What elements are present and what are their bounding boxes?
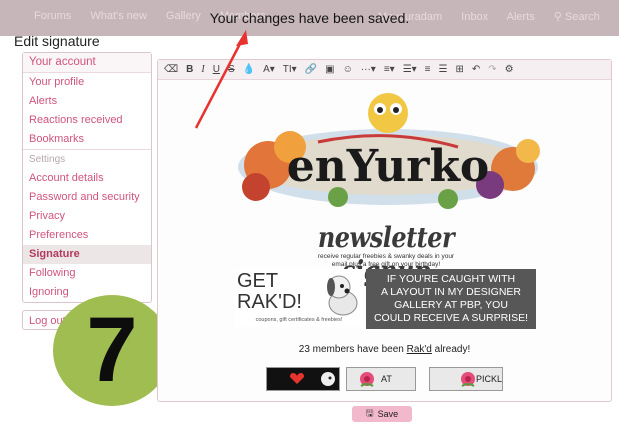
pickl-label: PICKL [476,374,503,384]
table-icon[interactable]: ⊞ [455,64,463,75]
sidebar-item-your-profile[interactable]: Your profile [23,73,151,92]
list-style-button[interactable]: ☰▾ [403,64,417,75]
sidebar-item-following[interactable]: Following [23,264,151,283]
account-sidebar: Your account Your profile Alerts Reactio… [22,52,152,303]
at-label: AT [381,374,392,384]
undo-icon[interactable]: ↶ [472,64,480,75]
dog-icon [321,372,335,386]
step-number: 7 [86,299,138,401]
sidebar-item-preferences[interactable]: Preferences [23,226,151,245]
drop-icon[interactable]: 💧 [243,64,255,75]
saved-notification: Your changes have been saved. [209,10,410,26]
rakd-link[interactable]: Rak'd [407,344,432,355]
form-actions: 🖫 Save [157,400,610,427]
italic-button[interactable]: I [201,64,204,75]
gear-icon[interactable]: ⚙ [505,64,514,75]
redo-icon[interactable]: ↷ [488,64,496,75]
editor-toolbar: ⌫ B I U S 💧 A▾ TI▾ 🔗 ▣ ☺ ···▾ ≡▾ ☰▾ ≡ ☰ … [158,60,611,80]
smiley-icon[interactable]: ☺ [343,64,353,75]
get-rakd-caption: coupons, gift certificates & freebies! [255,317,343,323]
editor-content[interactable]: enYurko newsletter signup receive regula… [158,81,611,401]
image-icon[interactable]: ▣ [325,64,334,75]
align-button[interactable]: ≡▾ [384,64,395,75]
sidebar-item-alerts[interactable]: Alerts [23,92,151,111]
sidebar-item-password-security[interactable]: Password and security [23,188,151,207]
get-rakd-image: GET RAK'D! coupons, gift certificates & … [235,269,363,327]
list-icon[interactable]: ≡ [425,64,431,75]
at-button-image[interactable]: AT [346,367,416,391]
strikethrough-button[interactable]: S [228,64,235,75]
signature-editor[interactable]: ⌫ B I U S 💧 A▾ TI▾ 🔗 ▣ ☺ ···▾ ≡▾ ☰▾ ≡ ☰ … [157,59,612,402]
sidebar-item-privacy[interactable]: Privacy [23,207,151,226]
sidebar-item-signature[interactable]: Signature [23,245,151,264]
dog-illustration [327,275,358,316]
page-title: Edit signature [14,33,100,49]
caught-layout-image: IF YOU'RE CAUGHT WITH A LAYOUT IN MY DES… [366,269,536,329]
eraser-icon[interactable]: ⌫ [164,64,178,75]
save-icon: 🖫 [365,408,374,418]
link-icon[interactable]: 🔗 [305,64,317,75]
get-rakd-heading: GET RAK'D! [237,270,302,313]
step-number-badge: 7 [53,295,171,406]
font-color-button[interactable]: A▾ [263,64,275,75]
bold-button[interactable]: B [186,64,193,75]
underline-button[interactable]: U [213,64,220,75]
save-button[interactable]: 🖫 Save [352,406,412,422]
sidebar-item-reactions-received[interactable]: Reactions received [23,111,151,130]
sidebar-section-settings: Settings [23,149,151,169]
font-size-button[interactable]: TI▾ [283,64,297,75]
rakd-count-text: 23 members have been Rak'd already! [298,344,471,355]
rose-icon [360,372,374,387]
rose-icon [461,372,475,387]
sidebar-header-your-account[interactable]: Your account [23,53,151,73]
ordered-list-icon[interactable]: ☰ [439,64,448,75]
more-options-button[interactable]: ···▾ [361,64,376,75]
enyurko-banner-image: enYurko [238,93,540,209]
banner-text: enYurko [287,141,490,192]
newsletter-subtitle: receive regular freebies & swanky deals … [317,253,455,268]
sidebar-item-account-details[interactable]: Account details [23,169,151,188]
sidebar-item-bookmarks[interactable]: Bookmarks [23,130,151,149]
pickl-button-image[interactable]: PICKL [429,367,503,391]
heart-icon [290,373,304,384]
heart-button-image[interactable] [266,367,340,391]
